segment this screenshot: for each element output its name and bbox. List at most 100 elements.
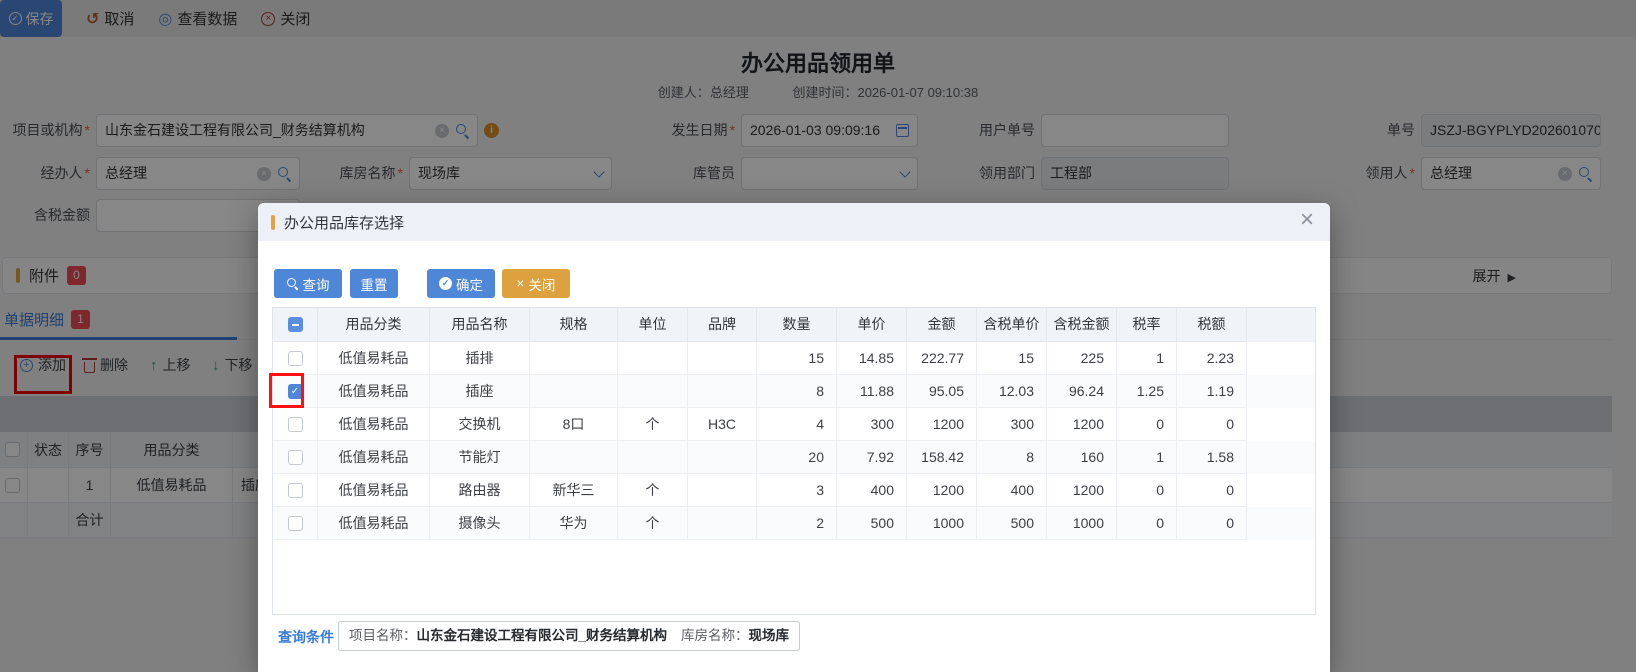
cell: 1 (1117, 441, 1177, 474)
inventory-table: 用品分类用品名称规格单位品牌数量单价金额含税单价含税金额税率税额低值易耗品插排1… (272, 307, 1316, 615)
cell (688, 441, 757, 474)
inventory-table-header: 用品分类用品名称规格单位品牌数量单价金额含税单价含税金额税率税额 (273, 308, 1315, 342)
cell: 12.03 (977, 375, 1047, 408)
cell: 160 (1047, 441, 1117, 474)
cell: 15 (757, 342, 837, 375)
dialog-header: 办公用品库存选择 (258, 203, 1330, 241)
cell: 新华三 (530, 474, 618, 507)
cell (688, 474, 757, 507)
cell: 1 (1117, 342, 1177, 375)
reset-label: 重置 (361, 274, 388, 294)
column-header: 税额 (1177, 308, 1247, 342)
row-checkbox[interactable] (288, 450, 303, 465)
cell: 8口 (530, 408, 618, 441)
select-all-checkbox[interactable] (288, 317, 303, 332)
dialog-button-bar: 查询 重置 确定 × 关闭 (274, 269, 570, 298)
query-label: 查询 (303, 274, 330, 294)
cell: 1000 (1047, 507, 1117, 540)
column-header: 用品名称 (430, 308, 530, 342)
cell: 0 (1117, 408, 1177, 441)
inventory-row[interactable]: 低值易耗品节能灯207.92158.42816011.58 (273, 441, 1315, 474)
cell (688, 375, 757, 408)
column-header: 含税金额 (1047, 308, 1117, 342)
cell: 2 (757, 507, 837, 540)
cell: 低值易耗品 (318, 375, 430, 408)
row-checkbox[interactable] (288, 516, 303, 531)
cell (618, 342, 688, 375)
cell: 1.25 (1117, 375, 1177, 408)
annotation-box-checkbox (269, 373, 304, 408)
cell: 400 (977, 474, 1047, 507)
warehouse-name-value: 现场库 (749, 628, 790, 643)
column-header: 用品分类 (318, 308, 430, 342)
inventory-row[interactable]: 低值易耗品插排1514.85222.771522512.23 (273, 342, 1315, 375)
column-header: 税率 (1117, 308, 1177, 342)
row-checkbox[interactable] (288, 417, 303, 432)
cell (530, 342, 618, 375)
cell: 4 (757, 408, 837, 441)
inventory-row[interactable]: 低值易耗品路由器新华三个34001200400120000 (273, 474, 1315, 507)
cell: 个 (618, 474, 688, 507)
cell: 7.92 (837, 441, 907, 474)
cell (530, 441, 618, 474)
cell: H3C (688, 408, 757, 441)
cell: 0 (1117, 474, 1177, 507)
column-header: 单位 (618, 308, 688, 342)
project-name-label: 项目名称： (349, 628, 417, 643)
row-checkbox[interactable] (288, 483, 303, 498)
query-condition-label: 查询条件 (278, 627, 334, 647)
cell: 低值易耗品 (318, 474, 430, 507)
confirm-label: 确定 (456, 274, 483, 294)
row-checkbox[interactable] (288, 351, 303, 366)
inventory-row[interactable]: 低值易耗品摄像头华为个25001000500100000 (273, 507, 1315, 540)
cell: 插座 (430, 375, 530, 408)
dialog-close-icon[interactable] (1300, 210, 1314, 232)
check-circle-icon (439, 277, 452, 290)
cell: 11.88 (837, 375, 907, 408)
cell: 1000 (907, 507, 977, 540)
cell: 0 (1177, 507, 1247, 540)
confirm-button[interactable]: 确定 (427, 269, 495, 298)
cell: 1200 (907, 474, 977, 507)
query-button[interactable]: 查询 (274, 269, 342, 298)
column-header: 品牌 (688, 308, 757, 342)
dialog-title: 办公用品库存选择 (284, 212, 404, 233)
cell: 0 (1117, 507, 1177, 540)
cell: 300 (977, 408, 1047, 441)
cell: 1200 (1047, 474, 1117, 507)
cell: 低值易耗品 (318, 408, 430, 441)
dialog-close-button[interactable]: × 关闭 (502, 269, 570, 298)
cell: 节能灯 (430, 441, 530, 474)
cell: 8 (757, 375, 837, 408)
cell (688, 342, 757, 375)
cell (618, 375, 688, 408)
cell: 1200 (1047, 408, 1117, 441)
reset-button[interactable]: 重置 (350, 269, 398, 298)
cell: 华为 (530, 507, 618, 540)
cell: 15 (977, 342, 1047, 375)
inventory-select-dialog: 办公用品库存选择 查询 重置 确定 × 关闭 用品分类用品名称规格单位品牌数量单… (258, 203, 1330, 672)
cell: 3 (757, 474, 837, 507)
cell: 222.77 (907, 342, 977, 375)
cell: 交换机 (430, 408, 530, 441)
dialog-close-label: 关闭 (528, 274, 555, 294)
cell: 插排 (430, 342, 530, 375)
cell: 低值易耗品 (318, 507, 430, 540)
cell: 14.85 (837, 342, 907, 375)
row-checkbox-cell (273, 342, 318, 375)
cell: 95.05 (907, 375, 977, 408)
column-header: 金额 (907, 308, 977, 342)
inventory-row[interactable]: 低值易耗品插座811.8895.0512.0396.241.251.19 (273, 375, 1315, 408)
row-checkbox-cell (273, 474, 318, 507)
cell (618, 441, 688, 474)
cell (688, 507, 757, 540)
cell: 低值易耗品 (318, 342, 430, 375)
cell: 300 (837, 408, 907, 441)
cell: 500 (977, 507, 1047, 540)
cell: 96.24 (1047, 375, 1117, 408)
warehouse-name-label: 库房名称： (681, 628, 749, 643)
inventory-row[interactable]: 低值易耗品交换机8口个H3C43001200300120000 (273, 408, 1315, 441)
row-checkbox-cell (273, 408, 318, 441)
accent-bar (271, 215, 275, 230)
column-header: 规格 (530, 308, 618, 342)
